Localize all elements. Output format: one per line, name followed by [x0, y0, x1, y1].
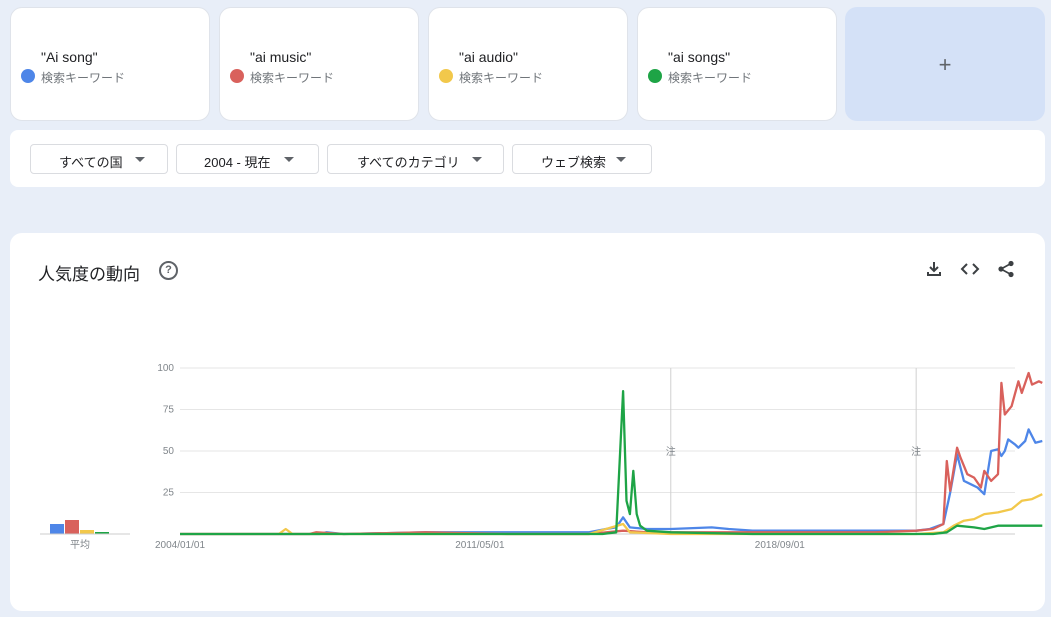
country-filter-label: すべての国	[59, 155, 123, 170]
term-name: "ai music"	[250, 49, 312, 65]
trend-chart: 平均 100 75 50 25 2004/01/01 2011/05/01 2018/09…	[40, 363, 1043, 551]
series-line	[180, 428, 1043, 536]
add-comparison-button[interactable]: +	[845, 7, 1045, 121]
term-type-label: 検索キーワード	[250, 71, 335, 85]
term-card-ai-song[interactable]: "Ai song" 検索キーワード	[10, 7, 210, 121]
interest-over-time-card: 人気度の動向 ? 平均 100 75 50 25 2004/01/01 2011/05/…	[10, 233, 1045, 611]
term-name: "ai audio"	[459, 49, 518, 65]
series-color-dot	[230, 69, 244, 83]
term-card-ai-music[interactable]: "ai music" 検索キーワード	[219, 7, 419, 121]
series-color-dot	[648, 69, 662, 83]
chevron-down-icon	[616, 157, 626, 162]
x-tick-label: 2011/05/01	[455, 540, 505, 551]
annotation-marker: 注	[666, 445, 676, 458]
series-line	[180, 390, 1043, 536]
average-bar	[50, 524, 64, 534]
term-card-ai-audio[interactable]: "ai audio" 検索キーワード	[428, 7, 628, 121]
y-tick-label: 50	[163, 446, 175, 457]
y-axis-ticks: 100 75 50 25	[157, 363, 174, 499]
chevron-down-icon	[472, 157, 482, 162]
average-bar	[80, 530, 94, 534]
search-type-filter-label: ウェブ検索	[541, 155, 607, 170]
term-type-label: 検索キーワード	[459, 71, 544, 85]
period-filter-label: 2004 - 現在	[204, 155, 271, 170]
search-type-filter-dropdown[interactable]: ウェブ検索	[512, 144, 652, 174]
term-type-label: 検索キーワード	[41, 71, 126, 85]
annotation-marker: 注	[911, 445, 921, 458]
average-bars: 平均	[40, 520, 130, 551]
x-tick-label: 2004/01/01	[155, 540, 205, 551]
y-tick-label: 100	[157, 363, 174, 374]
x-tick-label: 2018/09/01	[755, 540, 805, 551]
filter-bar: すべての国 2004 - 現在 すべてのカテゴリ ウェブ検索	[10, 130, 1045, 187]
series-color-dot	[439, 69, 453, 83]
term-name: "Ai song"	[41, 49, 98, 65]
average-bar	[65, 520, 79, 534]
period-filter-dropdown[interactable]: 2004 - 現在	[176, 144, 319, 174]
category-filter-dropdown[interactable]: すべてのカテゴリ	[327, 144, 504, 174]
chart-gridlines	[180, 367, 1015, 535]
chevron-down-icon	[135, 157, 145, 162]
series-line	[180, 493, 1043, 536]
category-filter-label: すべてのカテゴリ	[357, 155, 460, 170]
chevron-down-icon	[284, 157, 294, 162]
plus-icon: +	[938, 52, 952, 77]
country-filter-dropdown[interactable]: すべての国	[30, 144, 168, 174]
series-color-dot	[21, 69, 35, 83]
term-type-label: 検索キーワード	[668, 71, 753, 85]
term-card-ai-songs[interactable]: "ai songs" 検索キーワード	[637, 7, 837, 121]
term-name: "ai songs"	[668, 49, 731, 65]
y-tick-label: 25	[163, 488, 175, 499]
y-tick-label: 75	[163, 405, 175, 416]
average-label: 平均	[70, 539, 90, 551]
x-axis-ticks: 2004/01/01 2011/05/01 2018/09/01	[155, 540, 805, 551]
